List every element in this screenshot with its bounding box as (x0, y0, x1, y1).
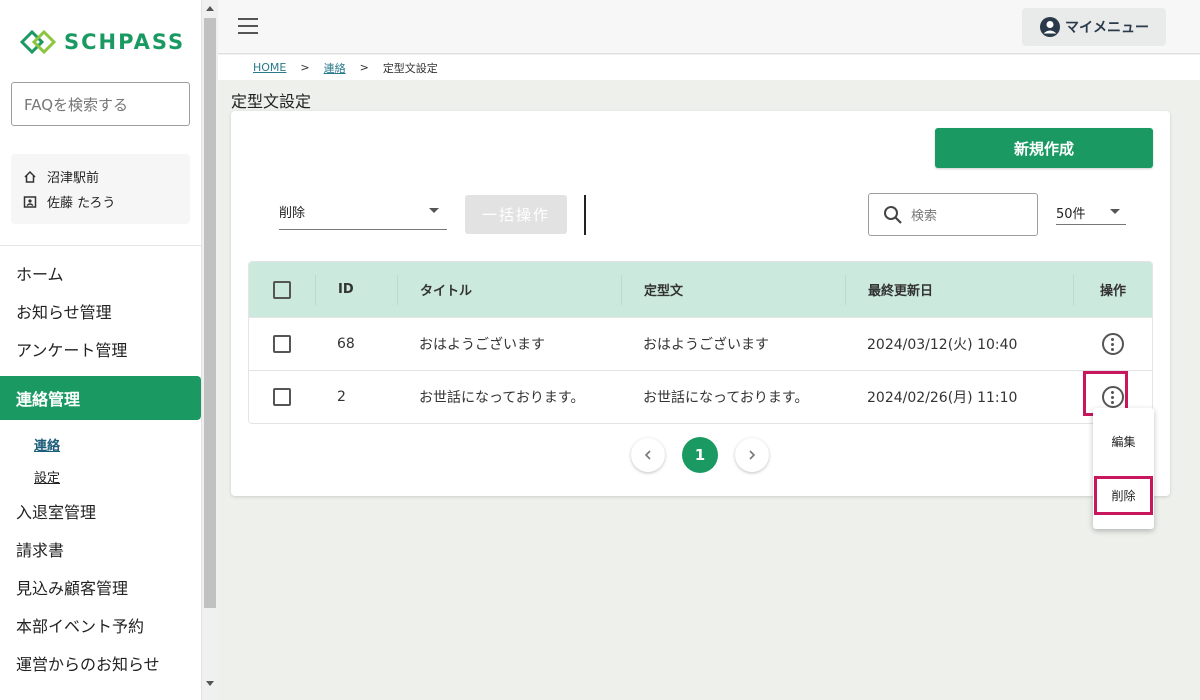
school-name: 沼津駅前 (47, 171, 100, 186)
next-page-icon[interactable] (735, 438, 769, 472)
table-header-row: ID タイトル 定型文 最終更新日 操作 (249, 262, 1152, 317)
bulk-action-value: 削除 (279, 206, 306, 221)
table-row: 2 お世話になっております。 お世話になっております。 2024/02/26(月… (249, 370, 1152, 423)
dropdown-arrow-icon (1110, 209, 1120, 214)
user-name: 佐藤 たろう (47, 196, 116, 211)
user-info: 沼津駅前 佐藤 たろう (11, 154, 190, 224)
header-body[interactable]: 定型文 (621, 274, 845, 305)
my-menu-button[interactable]: マイメニュー (1022, 8, 1166, 46)
sidebar-nav: ホーム お知らせ管理 アンケート管理 連絡管理 連絡 設定 入退室管理 請求書 … (0, 254, 201, 682)
breadcrumb-contact[interactable]: 連絡 (324, 60, 346, 76)
logo[interactable]: SCHPASS (18, 26, 185, 58)
breadcrumb-separator: > (300, 61, 310, 74)
row-checkbox[interactable] (273, 388, 291, 406)
header-updated[interactable]: 最終更新日 (845, 274, 1073, 305)
cell-body: お世話になっております。 (643, 390, 809, 406)
nav-surveys[interactable]: アンケート管理 (0, 330, 201, 368)
breadcrumb: HOME > 連絡 > 定型文設定 (218, 55, 1200, 80)
breadcrumb-current: 定型文設定 (382, 61, 438, 75)
sidebar-scrollbar[interactable] (202, 0, 218, 700)
select-all-checkbox[interactable] (273, 280, 291, 299)
cell-title: お世話になっております。 (419, 390, 585, 406)
more-options-icon[interactable] (1101, 333, 1124, 355)
nav-contact-management[interactable]: 連絡管理 (0, 376, 201, 420)
search-icon (884, 205, 902, 224)
search-placeholder: 検索 (911, 209, 938, 224)
top-header: マイメニュー (218, 0, 1200, 54)
menu-item-edit[interactable]: 編集 (1093, 424, 1154, 458)
per-page-value: 50件 (1056, 207, 1086, 222)
breadcrumb-home[interactable]: HOME (253, 61, 286, 74)
nav-attendance[interactable]: 入退室管理 (0, 492, 201, 530)
header-actions: 操作 (1073, 274, 1152, 305)
nav-invoices[interactable]: 請求書 (0, 530, 201, 568)
nav-sub-contact[interactable]: 連絡 (0, 428, 201, 460)
hamburger-menu-icon[interactable] (238, 18, 258, 34)
page-title: 定型文設定 (231, 92, 312, 111)
logo-text: SCHPASS (64, 30, 186, 54)
nav-sub-settings[interactable]: 設定 (0, 460, 201, 492)
cell-title: おはようございます (419, 337, 545, 353)
dropdown-arrow-icon (429, 208, 439, 213)
faq-search-input[interactable]: FAQを検索する (11, 82, 190, 126)
breadcrumb-separator: > (359, 61, 369, 74)
cell-updated: 2024/03/12(火) 10:40 (867, 337, 1018, 353)
new-template-button[interactable]: 新規作成 (935, 128, 1153, 168)
nav-home[interactable]: ホーム (0, 254, 201, 292)
scroll-up-icon[interactable] (206, 6, 214, 11)
nav-operator-news[interactable]: 運営からのお知らせ (0, 644, 201, 682)
pagination: 1 (631, 437, 769, 473)
per-page-select[interactable]: 50件 (1056, 199, 1126, 225)
scroll-down-icon[interactable] (206, 681, 214, 686)
nav-hq-events[interactable]: 本部イベント予約 (0, 606, 201, 644)
nav-prospects[interactable]: 見込み顧客管理 (0, 568, 201, 606)
prev-page-icon[interactable] (631, 438, 665, 472)
nav-notices[interactable]: お知らせ管理 (0, 292, 201, 330)
search-input[interactable]: 検索 (868, 193, 1038, 236)
bulk-action-select[interactable]: 削除 (279, 199, 447, 230)
cell-id: 68 (337, 336, 355, 352)
highlight-box (1094, 476, 1153, 515)
cell-body: おはようございます (643, 337, 769, 353)
header-id[interactable]: ID (315, 274, 397, 305)
scrollbar-thumb[interactable] (204, 18, 216, 608)
badge-icon (23, 195, 37, 208)
header-title[interactable]: タイトル (397, 274, 621, 305)
text-cursor (584, 195, 586, 235)
cell-updated: 2024/02/26(月) 11:10 (867, 390, 1018, 406)
my-menu-label: マイメニュー (1065, 20, 1149, 36)
sidebar: SCHPASS FAQを検索する 沼津駅前 佐藤 たろう ホーム お知らせ管理 … (0, 0, 202, 700)
logo-icon (19, 29, 57, 55)
bulk-operation-button[interactable]: 一括操作 (465, 195, 567, 234)
account-circle-icon (1040, 17, 1060, 37)
page-number-current[interactable]: 1 (682, 437, 718, 473)
row-checkbox[interactable] (273, 335, 291, 353)
templates-table: ID タイトル 定型文 最終更新日 操作 68 おはようございます おはようござ… (248, 261, 1153, 424)
table-row: 68 おはようございます おはようございます 2024/03/12(火) 10:… (249, 317, 1152, 370)
home-icon (24, 170, 36, 183)
cell-id: 2 (337, 389, 346, 405)
content-card: 新規作成 削除 一括操作 検索 50件 ID タイトル 定型文 最終更新日 操作… (231, 111, 1170, 496)
sidebar-divider (0, 245, 201, 246)
